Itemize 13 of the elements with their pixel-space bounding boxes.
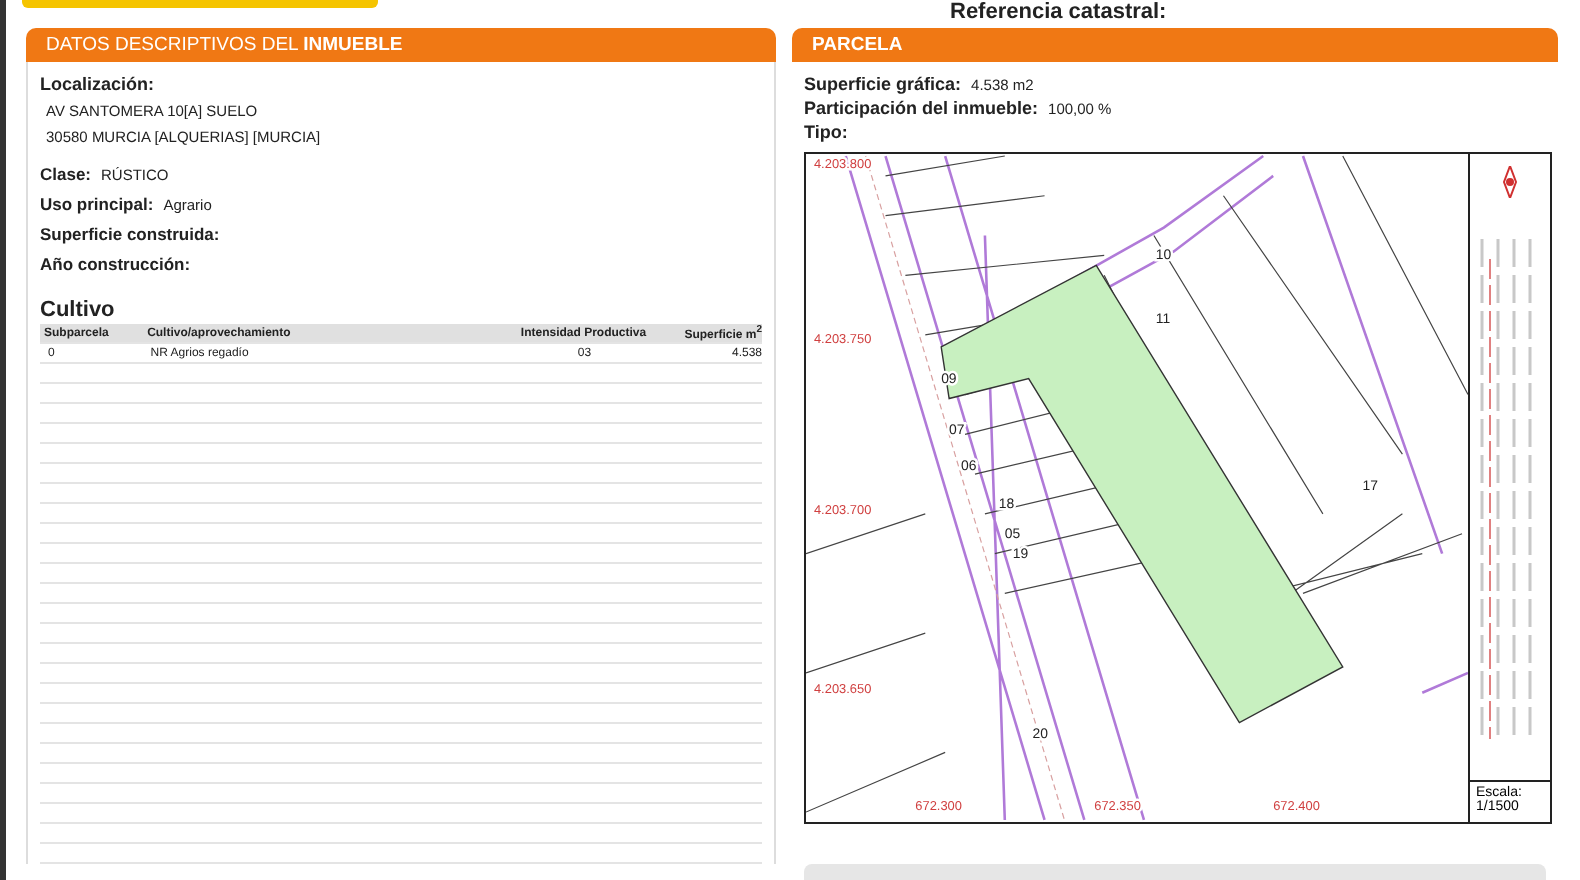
field-label: Superficie gráfica: xyxy=(804,74,962,94)
field-label: Clase: xyxy=(40,164,92,184)
field-label: Tipo: xyxy=(804,122,848,142)
field-label: Año construcción: xyxy=(40,254,191,274)
field-label: Localización: xyxy=(40,74,157,94)
field-label: Superficie construida: xyxy=(40,224,220,244)
section-header: DATOS DESCRIPTIVOS DEL INMUEBLE xyxy=(26,28,776,62)
field-label: Participación del inmueble: xyxy=(804,98,1039,118)
compass-icon xyxy=(1500,166,1520,198)
section-header: PARCELA xyxy=(792,28,1558,62)
reference-label: Referencia catastral: xyxy=(950,0,1167,24)
field-label: Uso principal: xyxy=(40,194,154,214)
table-title: Cultivo xyxy=(40,298,117,322)
